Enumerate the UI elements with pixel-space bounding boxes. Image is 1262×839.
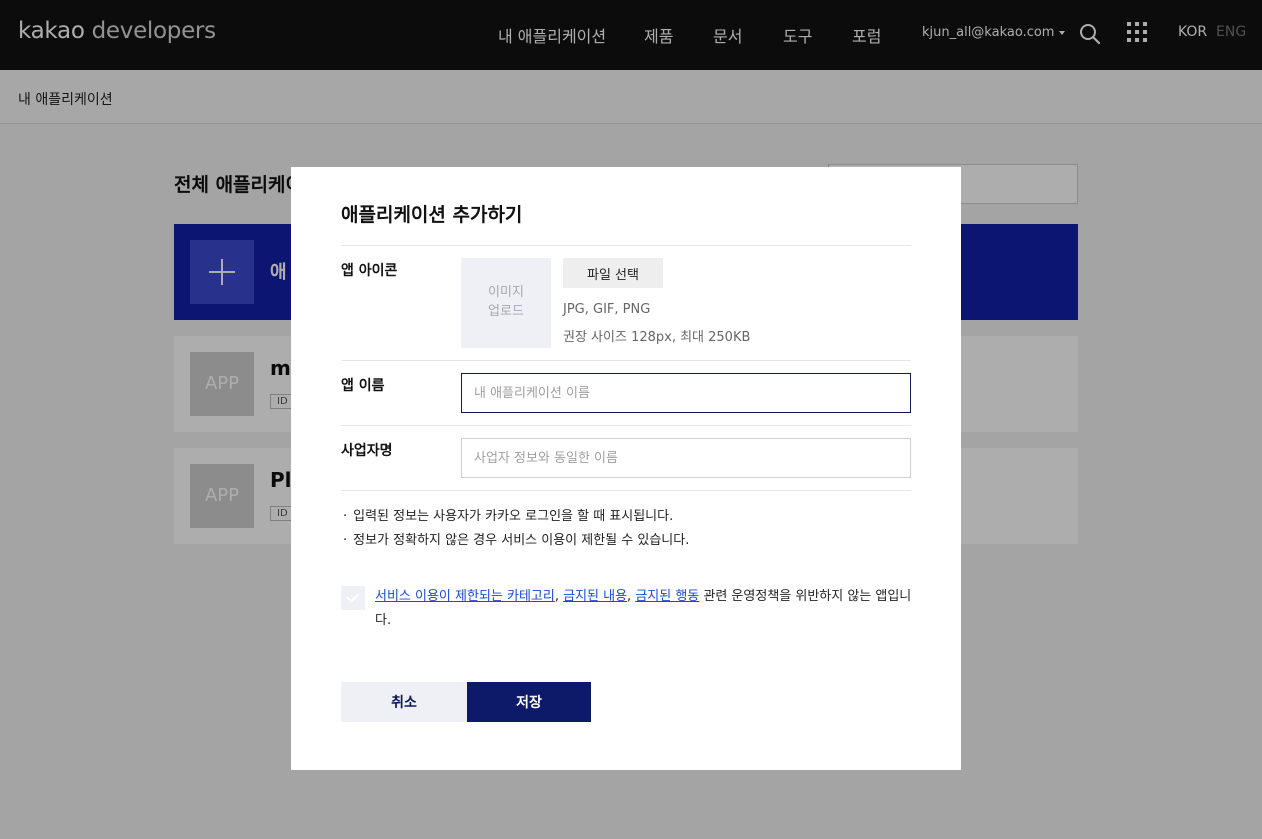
file-select-button[interactable]: 파일 선택 [563,258,663,288]
divider [341,245,911,246]
app-name-input[interactable] [461,373,911,413]
restricted-category-link[interactable]: 서비스 이용이 제한되는 카테고리 [375,589,555,604]
divider [341,425,911,426]
image-format-hint: JPG, GIF, PNG [563,302,651,317]
image-upload-text: 이미지 [488,285,524,300]
info-note-text: 입력된 정보는 사용자가 카카오 로그인을 할 때 표시됩니다. [353,509,674,524]
info-note: · 정보가 정확하지 않은 경우 서비스 이용이 제한될 수 있습니다. [343,533,690,548]
app-icon-label: 앱 아이콘 [341,263,398,279]
cancel-button[interactable]: 취소 [341,682,467,722]
add-application-modal: 애플리케이션 추가하기 앱 아이콘 이미지 업로드 파일 선택 JPG, GIF… [291,167,961,770]
policy-agree-checkbox[interactable] [341,586,365,610]
info-note: · 입력된 정보는 사용자가 카카오 로그인을 할 때 표시됩니다. [343,509,674,524]
prohibited-behavior-link[interactable]: 금지된 행동 [635,589,699,604]
company-name-input[interactable] [461,438,911,478]
image-upload-text: 업로드 [488,304,524,319]
divider [341,360,911,361]
modal-title: 애플리케이션 추가하기 [341,204,523,226]
image-size-hint: 권장 사이즈 128px, 최대 250KB [563,330,751,345]
divider [341,490,911,491]
info-note-text: 정보가 정확하지 않은 경우 서비스 이용이 제한될 수 있습니다. [353,533,690,548]
policy-agree-text: 서비스 이용이 제한되는 카테고리, 금지된 내용, 금지된 행동 관련 운영정… [375,585,915,633]
app-name-label: 앱 이름 [341,378,385,394]
agree-separator: , [554,589,564,604]
company-name-label: 사업자명 [341,443,393,459]
save-button[interactable]: 저장 [467,682,591,722]
prohibited-content-link[interactable]: 금지된 내용 [563,589,627,604]
image-upload-area[interactable]: 이미지 업로드 [461,258,551,348]
